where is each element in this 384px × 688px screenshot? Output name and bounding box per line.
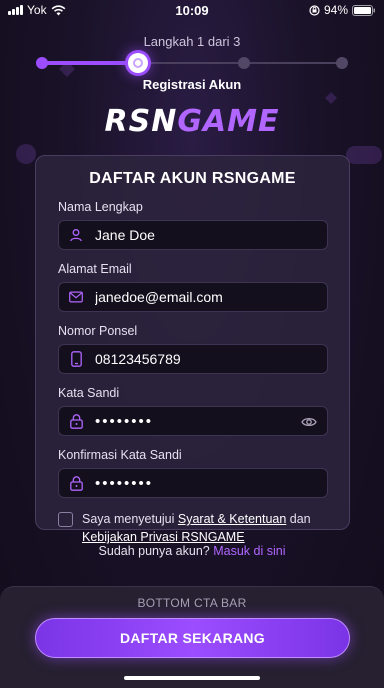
logo-text-game: GAME — [177, 104, 280, 139]
confirm-password-input[interactable] — [95, 474, 295, 492]
password-label: Kata Sandi — [58, 386, 120, 400]
step-dot-2 — [238, 57, 250, 69]
wifi-icon — [51, 4, 66, 16]
home-indicator[interactable] — [124, 676, 260, 680]
lock-icon — [69, 413, 83, 429]
logo-text-rsn: RSN — [104, 104, 178, 139]
password-field[interactable] — [58, 406, 328, 436]
form-title: DAFTAR AKUN RSNGAME — [89, 170, 296, 187]
privacy-link[interactable]: Kebijakan Privasi RSNGAME — [82, 530, 245, 544]
gamepad-decor-icon — [346, 146, 382, 164]
email-label: Alamat Email — [58, 262, 132, 276]
battery-label: 94% — [323, 3, 348, 17]
password-input[interactable] — [95, 412, 295, 430]
status-left: Yok — [8, 3, 66, 17]
lock-icon — [69, 475, 83, 491]
agreement-text: Saya menyetujui Syarat & Ketentuan dan K… — [82, 510, 327, 546]
step-counter: Langkah 1 dari 3 — [143, 34, 241, 49]
name-field[interactable] — [58, 220, 328, 250]
phone-icon — [69, 351, 83, 367]
progress-stepper — [36, 53, 348, 73]
brand-logo: RSNGAME — [0, 104, 384, 139]
stepper-progress — [40, 61, 140, 65]
agreement-prefix: Saya menyetujui — [82, 512, 178, 526]
name-label: Nama Lengkap — [58, 200, 143, 214]
agreement-middle: dan — [286, 512, 311, 526]
login-prompt: Sudah punya akun? Masuk di sini — [0, 544, 384, 558]
gem-decor-icon — [325, 92, 337, 104]
login-prompt-text: Sudah punya akun? — [98, 544, 214, 558]
email-field[interactable] — [58, 282, 328, 312]
register-button[interactable]: DAFTAR SEKARANG — [35, 618, 350, 658]
step-title: Registrasi Akun — [142, 77, 242, 92]
user-icon — [69, 228, 83, 242]
name-input[interactable] — [95, 227, 295, 243]
terms-link[interactable]: Syarat & Ketentuan — [178, 512, 286, 526]
confirm-password-label: Konfirmasi Kata Sandi — [58, 448, 182, 462]
step-dot-start — [36, 57, 48, 69]
phone-input[interactable] — [95, 351, 295, 367]
phone-field[interactable] — [58, 344, 328, 374]
cta-bar-label: BOTTOM CTA BAR — [137, 596, 247, 610]
step-dot-3 — [336, 57, 348, 69]
rotation-lock-icon — [309, 4, 320, 16]
agreement-row: Saya menyetujui Syarat & Ketentuan dan K… — [58, 510, 327, 546]
status-bar: Yok 10:09 94% — [0, 0, 384, 20]
battery-icon — [352, 4, 376, 16]
confirm-password-field[interactable] — [58, 468, 328, 498]
carrier-label: Yok — [27, 3, 47, 17]
registration-form: DAFTAR AKUN RSNGAME Nama Lengkap Alamat … — [35, 155, 350, 544]
login-link[interactable]: Masuk di sini — [213, 544, 285, 558]
eye-icon[interactable] — [301, 415, 317, 433]
email-input[interactable] — [95, 289, 295, 305]
status-right: 94% — [309, 3, 376, 17]
agreement-checkbox[interactable] — [58, 512, 73, 527]
bottom-cta-bar: BOTTOM CTA BAR DAFTAR SEKARANG — [0, 586, 384, 688]
mail-icon — [69, 290, 83, 304]
step-dot-1 — [128, 53, 148, 73]
phone-label: Nomor Ponsel — [58, 324, 138, 338]
signal-icon — [8, 5, 23, 15]
